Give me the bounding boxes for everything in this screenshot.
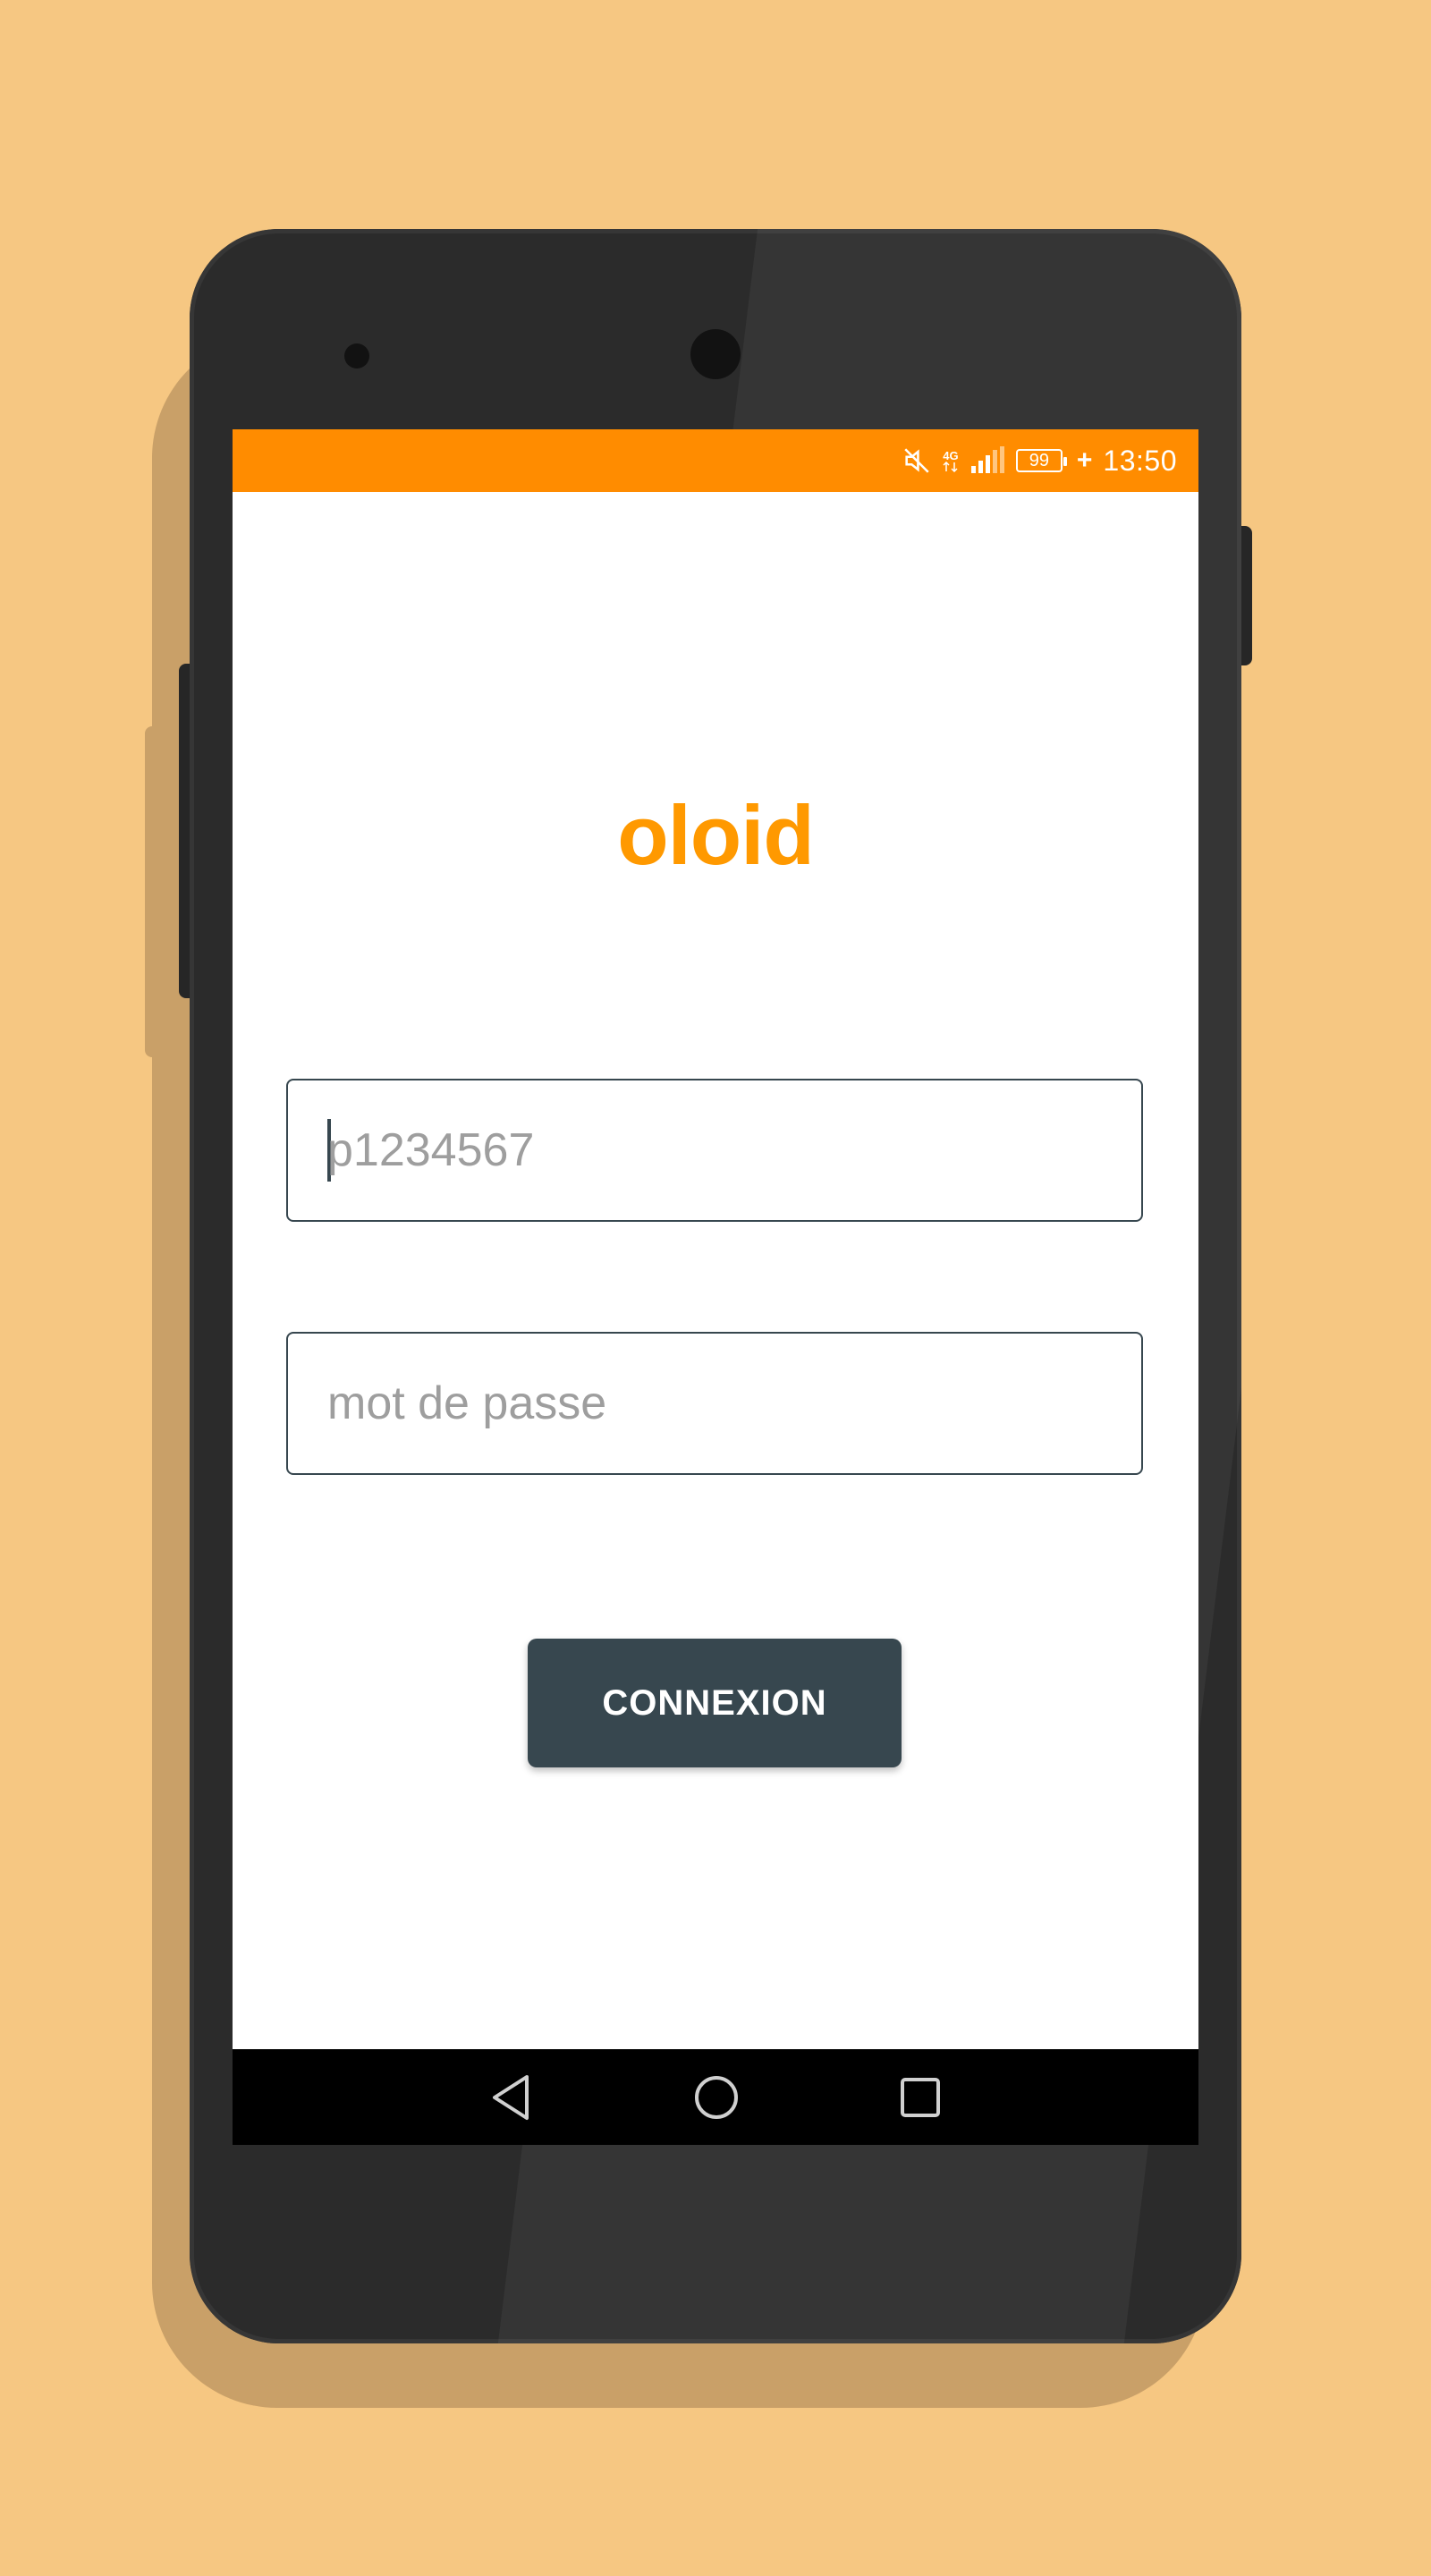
navigation-bar — [233, 2049, 1198, 2145]
charging-icon: + — [1076, 445, 1093, 475]
phone-screen: 4G 99 + 13:50 oloid p1234567 mot de pass… — [233, 429, 1198, 2145]
network-type-label: 4G — [943, 448, 959, 462]
password-placeholder: mot de passe — [327, 1377, 607, 1429]
app-title: oloid — [617, 788, 815, 882]
phone-speaker — [344, 343, 369, 369]
username-field[interactable]: p1234567 — [286, 1079, 1143, 1222]
login-button[interactable]: CONNEXION — [528, 1639, 902, 1767]
recents-icon[interactable] — [899, 2076, 942, 2119]
status-bar: 4G 99 + 13:50 — [233, 429, 1198, 492]
back-icon[interactable] — [489, 2073, 534, 2122]
signal-icon — [970, 446, 1005, 475]
scene-background: 4G 99 + 13:50 oloid p1234567 mot de pass… — [0, 0, 1431, 2576]
battery-icon: 99 — [1015, 449, 1067, 472]
phone-camera — [690, 329, 741, 379]
home-icon[interactable] — [693, 2074, 740, 2121]
4g-icon: 4G — [943, 450, 959, 472]
battery-level: 99 — [1029, 450, 1050, 470]
mute-icon — [902, 445, 932, 476]
password-field[interactable]: mot de passe — [286, 1332, 1143, 1475]
username-placeholder: p1234567 — [327, 1124, 535, 1176]
status-time: 13:50 — [1103, 444, 1177, 477]
phone-shadow-key — [145, 726, 172, 1057]
